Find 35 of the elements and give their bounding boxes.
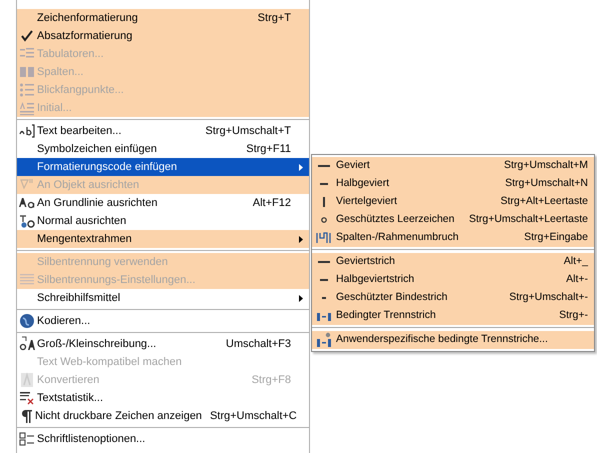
submenu-item[interactable]: Geschützter Bindestrich Strg+Umschalt+-: [312, 289, 594, 307]
checkmark-icon: [19, 28, 35, 44]
submenu-item[interactable]: Spalten-/Rahmenumbruch Strg+Eingabe: [312, 229, 594, 247]
circle-icon: [321, 217, 327, 223]
en-dash-icon: [320, 279, 328, 281]
en-dash-icon: [320, 183, 328, 185]
globe-icon: [19, 313, 35, 329]
submenu-item[interactable]: Halbgeviert Strg+Umschalt+N: [312, 175, 594, 193]
normal-align-icon: [19, 213, 35, 229]
letter-case-icon: [19, 336, 35, 352]
bullet-list-icon: [19, 82, 35, 98]
menu-item[interactable]: Absatzformatierung: [17, 27, 309, 45]
convert-icon: [19, 372, 35, 388]
submenu-item[interactable]: Geschütztes Leerzeichen Strg+Umschalt+Leertaste: [312, 211, 594, 229]
submenu-item[interactable]: Anwenderspezifische bedingte Trennstriche...: [312, 331, 594, 349]
em-dash-icon: [318, 165, 330, 167]
columns-icon: [19, 64, 35, 80]
submenu-item[interactable]: Geviertstrich Alt+_: [312, 253, 594, 271]
submenu-item[interactable]: Viertelgeviert Strg+Alt+Leertaste: [312, 193, 594, 211]
custom-hyphen-icon: [316, 332, 332, 348]
statistics-icon: [19, 390, 35, 406]
submenu-arrow-icon: [299, 236, 303, 242]
drop-cap-icon: [19, 100, 35, 116]
submenu-arrow-icon: [299, 164, 303, 170]
baseline-letters-icon: [19, 195, 35, 211]
em-dash-icon: [318, 261, 330, 263]
submenu-item[interactable]: Geviert Strg+Umschalt+M: [312, 157, 594, 175]
submenu-item[interactable]: Halbgeviertstrich Alt+-: [312, 271, 594, 289]
submenu-item[interactable]: Bedingter Trennstrich Strg+-: [312, 307, 594, 325]
column-break-icon: [316, 230, 332, 246]
font-list-icon: [19, 431, 35, 447]
menu-item[interactable]: Mengentextrahmen: [17, 230, 309, 248]
text-cursor-icon: [19, 123, 35, 139]
submenu-arrow-icon: [299, 294, 303, 302]
menu-item[interactable]: Zeichenformatierung Strg+T: [17, 9, 309, 27]
